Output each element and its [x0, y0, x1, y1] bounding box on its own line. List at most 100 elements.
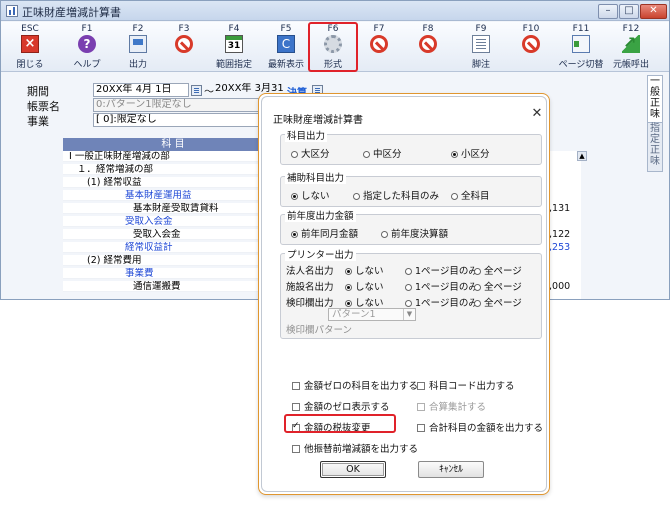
table-row[interactable]: 事業費	[63, 268, 283, 279]
row-account-name: １．経常増減の部	[77, 164, 154, 175]
radio-button	[291, 231, 298, 238]
fkey-label: F7	[373, 24, 385, 34]
business-field[interactable]: [ 0]:限定なし	[93, 113, 259, 127]
radio-option[interactable]: しない	[345, 263, 384, 277]
amount-column	[549, 151, 581, 299]
radio-option[interactable]: 全科目	[451, 188, 490, 202]
stamp-pattern-select[interactable]: パターン1 ▼	[328, 308, 416, 321]
minimize-button[interactable]: –	[598, 4, 618, 19]
table-row[interactable]: 通信運搬費	[63, 281, 283, 292]
radio-button	[405, 268, 412, 275]
tax-change-highlight-frame	[284, 414, 396, 433]
radio-label: しない	[355, 266, 384, 277]
radio-button	[405, 284, 412, 291]
radio-button	[451, 151, 458, 158]
other-transfer-checkbox[interactable]: 他振替前増減額を出力する	[292, 441, 418, 455]
radio-button	[291, 151, 298, 158]
tab-label: 一般正味	[650, 76, 660, 120]
radio-option[interactable]: 1ページ目のみ	[405, 263, 478, 277]
zero-accounts-checkbox[interactable]: 金額ゼロの科目を出力する	[292, 378, 418, 392]
checkbox-box	[292, 445, 300, 453]
f10-button[interactable]: F10	[508, 24, 554, 70]
radio-label: 大区分	[301, 149, 330, 160]
f11-page-switch-button[interactable]: F11 ページ切替	[558, 24, 604, 70]
supplementary-output-group: 補助科目出力 しない 指定した科目のみ 全科目	[280, 170, 542, 207]
combined-total-checkbox[interactable]: 合算集計する	[417, 399, 486, 413]
document-icon	[472, 35, 490, 53]
radio-option[interactable]: 1ページ目のみ	[405, 279, 478, 293]
row-account-name: 基本財産受取賃貸料	[133, 203, 219, 214]
f9-footnote-button[interactable]: F9 脚注	[458, 24, 504, 70]
disabled-icon	[175, 35, 193, 53]
window-title: 正味財産増減計算書	[22, 6, 121, 19]
radio-option[interactable]: 中区分	[363, 146, 402, 160]
radio-option[interactable]: 大区分	[291, 146, 330, 160]
f1-help-button[interactable]: F1 ? ヘルプ	[64, 24, 110, 70]
fkey-label: F5	[280, 24, 292, 34]
f12-ledger-button[interactable]: F12 元帳呼出	[608, 24, 654, 70]
f7-button[interactable]: F7	[356, 24, 402, 70]
radio-button	[451, 193, 458, 200]
radio-option[interactable]: しない	[345, 295, 384, 309]
esc-close-button[interactable]: ESC × 閉じる	[7, 24, 53, 70]
table-row[interactable]: Ⅰ 一般正味財産増減の部	[63, 151, 283, 162]
radio-option[interactable]: 小区分	[451, 146, 490, 160]
checkbox-label: 金額のゼロ表示する	[304, 402, 390, 413]
checkbox-box	[417, 424, 425, 432]
tab-designated-net-assets[interactable]: 指定正味	[647, 122, 663, 172]
account-code-checkbox[interactable]: 科目コード出力する	[417, 378, 515, 392]
table-row[interactable]: １．経常増減の部	[63, 164, 283, 175]
radio-option[interactable]: 全ページ	[474, 295, 522, 309]
f4-range-button[interactable]: F4 31 範囲指定	[211, 24, 257, 70]
fkey-label: F3	[178, 24, 190, 34]
scroll-up-arrow-icon[interactable]: ▲	[577, 151, 587, 161]
f2-output-button[interactable]: F2 出力	[115, 24, 161, 70]
radio-label: しない	[355, 282, 384, 293]
radio-button	[345, 300, 352, 307]
table-row[interactable]: (1) 経常収益	[63, 177, 283, 188]
radio-button	[363, 151, 370, 158]
cancel-button[interactable]: ｷｬﾝｾﾙ	[418, 461, 484, 478]
radio-option[interactable]: 全ページ	[474, 263, 522, 277]
form-field[interactable]: 0:パターン1限定なし	[93, 98, 259, 112]
table-row[interactable]: (2) 経常費用	[63, 255, 283, 266]
group-legend: 科目出力	[285, 128, 328, 142]
table-row[interactable]: 受取入会金	[63, 229, 283, 240]
radio-option[interactable]: 全ページ	[474, 279, 522, 293]
period-from-field[interactable]: 20XX年 4月 1日	[93, 83, 189, 97]
radio-button	[381, 231, 388, 238]
radio-label: 全科目	[461, 191, 490, 202]
radio-option[interactable]: 指定した科目のみ	[353, 188, 439, 202]
row-account-name: Ⅰ 一般正味財産増減の部	[69, 151, 170, 162]
row-amount: ,000	[549, 281, 579, 292]
fkey-caption: ページ切替	[558, 60, 604, 70]
radio-option[interactable]: 前年同月金額	[291, 226, 358, 240]
ok-button[interactable]: OK	[320, 461, 386, 478]
ledger-arrow-icon	[622, 33, 640, 53]
window-close-button[interactable]: ✕	[640, 4, 667, 19]
table-row[interactable]: 基本財産受取賃貸料	[63, 203, 283, 214]
radio-option[interactable]: 前年度決算額	[381, 226, 448, 240]
table-row[interactable]: 経常収益計	[63, 242, 283, 253]
table-row[interactable]: 受取入会金	[63, 216, 283, 227]
radio-option[interactable]: 1ページ目のみ	[405, 295, 478, 309]
radio-label: 全ページ	[484, 282, 522, 293]
f3-button[interactable]: F3	[161, 24, 207, 70]
radio-option[interactable]: しない	[345, 279, 384, 293]
title-bar: 正味財産増減計算書 – □ ✕	[1, 1, 669, 21]
fkey-caption: 出力	[128, 60, 147, 70]
radio-label: 1ページ目のみ	[415, 282, 478, 293]
table-row[interactable]: 基本財産運用益	[63, 190, 283, 201]
zero-display-checkbox[interactable]: 金額のゼロ表示する	[292, 399, 390, 413]
checkbox-box	[417, 403, 425, 411]
f5-refresh-button[interactable]: F5 C 最新表示	[263, 24, 309, 70]
radio-button	[353, 193, 360, 200]
dialog-close-icon[interactable]: ✕	[530, 107, 544, 121]
maximize-button[interactable]: □	[619, 4, 639, 19]
calendar-icon[interactable]	[191, 85, 202, 96]
f8-button[interactable]: F8	[405, 24, 451, 70]
total-accounts-checkbox[interactable]: 合計科目の金額を出力する	[417, 420, 543, 434]
radio-option[interactable]: しない	[291, 188, 330, 202]
fkey-caption: 脚注	[471, 60, 490, 70]
row-account-name: 通信運搬費	[133, 281, 181, 292]
